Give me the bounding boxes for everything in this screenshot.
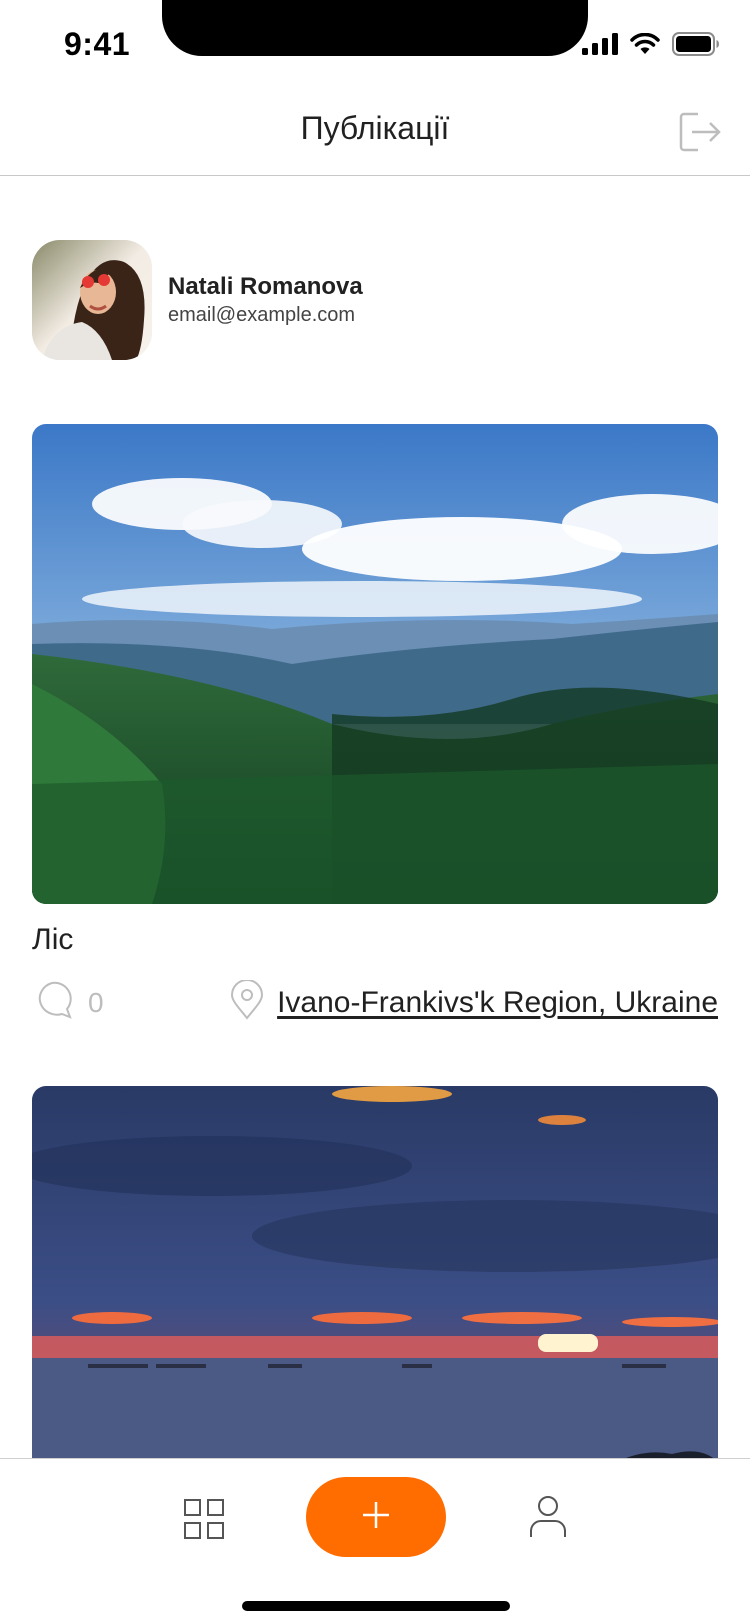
app-header: Публікації [0, 88, 750, 176]
comments-button[interactable]: 0 [32, 980, 104, 1025]
plus-icon [362, 1501, 390, 1534]
status-icons [582, 32, 720, 61]
status-bar: 9:41 [0, 0, 750, 88]
location-text[interactable]: Ivano-Frankivs'k Region, Ukraine [277, 986, 718, 1020]
post-title: Ліс [32, 923, 74, 956]
page-title: Публікації [300, 110, 450, 146]
home-indicator [242, 1601, 510, 1611]
user-icon [528, 1496, 568, 1543]
logout-icon [678, 112, 722, 160]
post-image[interactable] [32, 424, 718, 904]
tab-bar [0, 1458, 750, 1624]
wifi-icon [630, 32, 660, 60]
map-pin-icon [229, 979, 265, 1025]
user-email: email@example.com [168, 304, 356, 326]
battery-icon [672, 32, 720, 61]
posts-screen: 9:41 Публікації Natali Romanova email@ex… [0, 0, 750, 1624]
user-name: Natali Romanova [168, 273, 363, 300]
signal-icon [582, 33, 618, 60]
post-card: Ліс 0 Ivano-Frankivs'k Region, Ukraine [32, 424, 718, 1024]
notch [162, 0, 588, 56]
grid-icon [184, 1499, 224, 1543]
tab-profile[interactable] [528, 1495, 568, 1539]
tab-posts[interactable] [184, 1499, 224, 1539]
comment-count: 0 [88, 986, 104, 1018]
status-time: 9:41 [64, 26, 131, 62]
avatar [32, 240, 152, 360]
create-post-button[interactable] [306, 1477, 446, 1557]
logout-button[interactable] [678, 108, 722, 156]
comment-icon [32, 980, 72, 1025]
location-link[interactable]: Ivano-Frankivs'k Region, Ukraine [229, 979, 718, 1025]
post-meta: 0 Ivano-Frankivs'k Region, Ukraine [32, 979, 718, 1025]
profile-card: Natali Romanova email@example.com [32, 240, 363, 360]
